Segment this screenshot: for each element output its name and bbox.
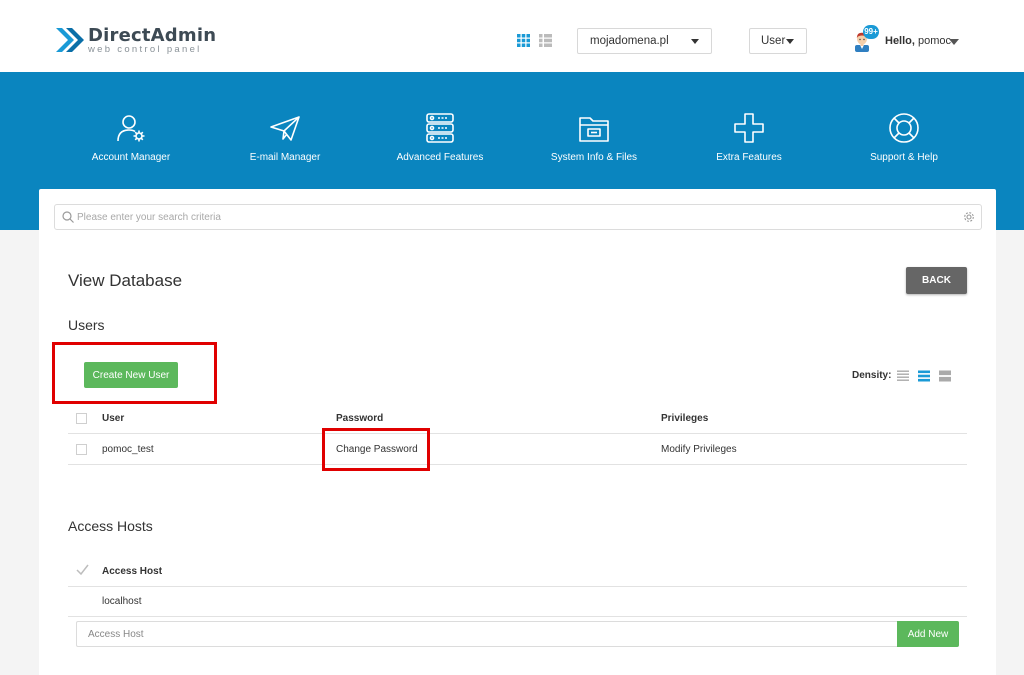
greeting-prefix: Hello, [885,35,915,47]
folder-icon [579,117,609,142]
density-comfortable-icon[interactable] [939,370,951,382]
nav-label: Account Manager [91,152,171,163]
checkmark-icon[interactable] [76,564,89,576]
user-cell: pomoc_test [102,444,154,455]
nav-label: E-mail Manager [249,152,321,163]
logo-title: DirectAdmin [88,25,217,46]
chevron-down-icon [786,39,794,44]
nav-label: Advanced Features [396,152,484,163]
nav-label: System Info & Files [550,152,638,163]
logo-text[interactable]: DirectAdmin web control panel [88,25,216,55]
logo-subtitle: web control panel [88,44,202,55]
nav-label: Extra Features [716,152,782,163]
chevron-down-icon [691,39,699,44]
username-label: pomoc [918,35,952,47]
density-normal-icon[interactable] [918,370,930,382]
nav-label: Support & Help [870,152,938,163]
search-icon [62,211,74,223]
search-input[interactable] [77,209,947,225]
domain-selector[interactable]: mojadomena.pl [577,28,712,54]
user-menu-chevron-icon[interactable] [949,39,959,45]
highlight-box [322,428,430,471]
server-icon [426,113,454,143]
page-title: View Database [68,271,183,290]
nav-system-info-files[interactable]: System Info & Files [519,112,669,163]
divider [68,586,967,587]
nav-advanced-features[interactable]: Advanced Features [365,112,515,163]
users-section-title: Users [68,317,105,333]
content-card [39,189,996,675]
nav-account-manager[interactable]: Account Manager [56,112,206,163]
grid-view-icon[interactable] [517,34,530,47]
directadmin-logo-icon[interactable] [54,24,84,56]
select-all-checkbox[interactable] [76,413,87,424]
density-label: Density: [852,370,892,381]
divider [68,433,967,434]
plus-icon [734,113,764,143]
density-compact-icon[interactable] [897,370,909,382]
lifebuoy-icon [889,113,919,143]
access-host-input[interactable] [76,621,897,647]
account-manager-icon [117,115,145,142]
column-header-password[interactable]: Password [336,413,383,424]
list-view-icon[interactable] [539,34,552,47]
nav-extra-features[interactable]: Extra Features [674,112,824,163]
divider [68,616,967,617]
access-host-cell: localhost [102,596,142,607]
domain-selector-value: mojadomena.pl [590,35,669,47]
nav-support-help[interactable]: Support & Help [829,112,979,163]
divider [68,464,967,465]
top-header: DirectAdmin web control panel mojadomena… [0,0,1024,72]
notification-badge[interactable]: 99+ [863,25,879,39]
paper-plane-icon [270,116,300,141]
user-greeting[interactable]: Hello, pomoc [885,35,951,47]
add-new-button[interactable]: Add New [897,621,959,647]
nav-email-manager[interactable]: E-mail Manager [210,112,360,163]
search-bar[interactable] [54,204,982,230]
role-selector[interactable]: User [749,28,807,54]
access-hosts-section-title: Access Hosts [68,518,153,534]
column-header-privileges[interactable]: Privileges [661,413,708,424]
column-header-user[interactable]: User [102,413,124,424]
back-button[interactable]: BACK [906,267,967,294]
modify-privileges-link[interactable]: Modify Privileges [661,444,737,455]
column-header-access-host[interactable]: Access Host [102,566,162,577]
row-checkbox[interactable] [76,444,87,455]
create-new-user-button[interactable]: Create New User [84,362,178,388]
role-selector-value: User [761,35,786,47]
gear-icon[interactable] [963,211,975,223]
